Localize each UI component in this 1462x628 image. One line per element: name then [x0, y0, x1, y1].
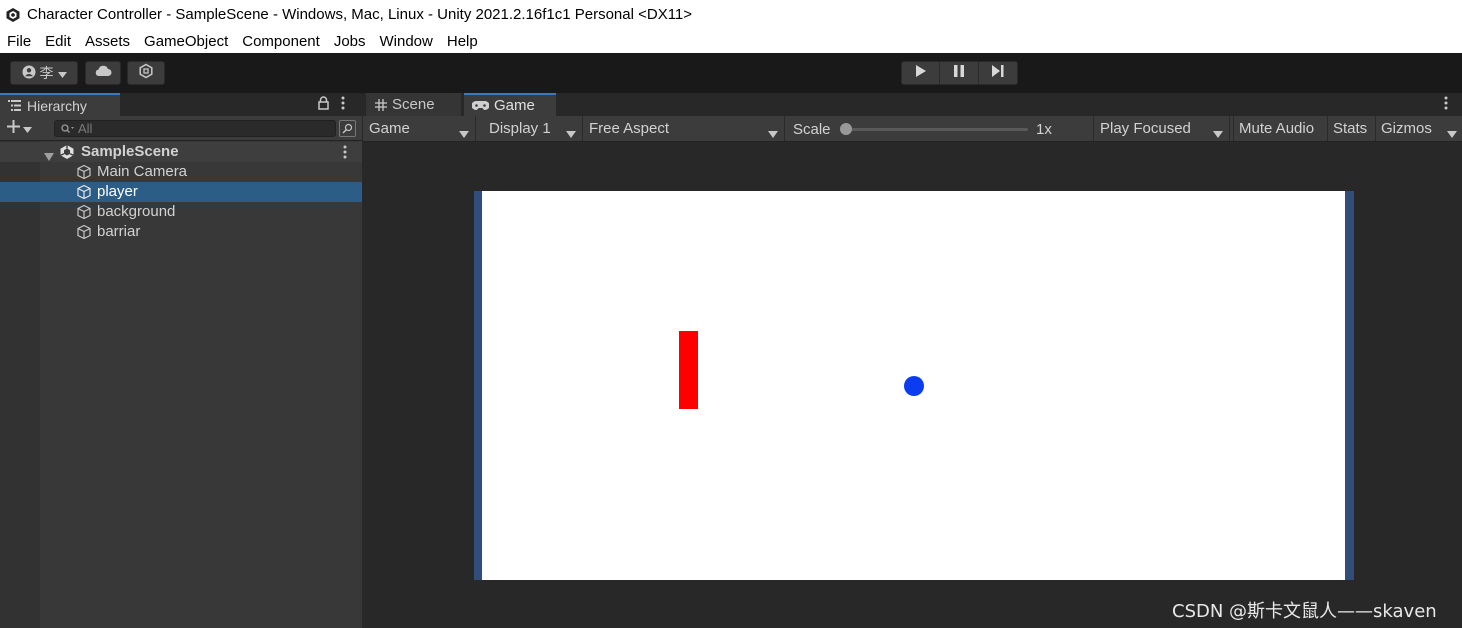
menu-window[interactable]: Window — [373, 33, 440, 50]
menu-bar: File Edit Assets GameObject Component Jo… — [0, 29, 1462, 53]
search-filter-icon[interactable] — [339, 120, 356, 137]
scene-menu-icon[interactable] — [343, 145, 347, 163]
stats-toggle[interactable]: Stats — [1327, 116, 1372, 141]
hierarchy-item-label: background — [97, 203, 176, 220]
hierarchy-search-placeholder: All — [78, 121, 93, 136]
play-mode-dropdown[interactable]: Play Focused — [1093, 116, 1230, 141]
account-name: 李 — [39, 65, 54, 81]
lock-icon[interactable] — [318, 96, 329, 115]
hierarchy-item-background[interactable]: background — [0, 202, 362, 222]
hierarchy-toolbar: All — [0, 116, 362, 141]
chevron-down-icon — [459, 125, 469, 142]
aspect-value: Free Aspect — [589, 120, 670, 137]
tab-game[interactable]: Game — [464, 93, 556, 116]
cloud-button[interactable] — [85, 61, 121, 85]
hierarchy-search-input[interactable]: All — [54, 120, 336, 137]
hierarchy-item-label: Main Camera — [97, 163, 188, 180]
tab-hierarchy-label: Hierarchy — [27, 97, 87, 114]
list-icon — [8, 100, 21, 111]
gizmos-dropdown-icon[interactable] — [1447, 125, 1457, 143]
scene-row[interactable]: SampleScene — [0, 142, 362, 162]
gamepad-icon — [472, 100, 489, 111]
chevron-down-icon — [57, 65, 67, 81]
pause-icon — [954, 64, 964, 82]
menu-edit[interactable]: Edit — [38, 33, 78, 50]
ball-sprite — [904, 376, 924, 396]
hierarchy-tab-strip: Hierarchy — [0, 93, 362, 116]
menu-file[interactable]: File — [0, 33, 38, 50]
menu-component[interactable]: Component — [235, 33, 327, 50]
tab-hierarchy[interactable]: Hierarchy — [0, 93, 120, 116]
game-menu-icon[interactable] — [1444, 96, 1448, 115]
hierarchy-item-main-camera[interactable]: Main Camera — [0, 162, 362, 182]
gameobject-cube-icon — [76, 224, 92, 244]
hierarchy-item-label: player — [97, 183, 138, 200]
tab-scene-label: Scene — [392, 96, 435, 113]
add-object-button[interactable] — [6, 119, 32, 139]
collab-button[interactable] — [127, 61, 165, 85]
scale-slider-track[interactable] — [848, 128, 1028, 131]
window-title: Character Controller - SampleScene - Win… — [27, 6, 693, 23]
scale-value: 1x — [1036, 121, 1052, 138]
display-dropdown[interactable]: Display 1 — [483, 116, 583, 141]
hierarchy-item-player[interactable]: player — [0, 182, 362, 202]
chevron-down-icon — [566, 125, 576, 142]
scale-control: Scale 1x — [786, 116, 1094, 141]
chevron-down-icon — [23, 120, 32, 138]
plus-icon — [6, 119, 21, 139]
step-icon — [992, 64, 1004, 82]
hierarchy-menu-icon[interactable] — [341, 96, 345, 115]
menu-gameobject[interactable]: GameObject — [137, 33, 235, 50]
display-value: Display 1 — [489, 120, 551, 137]
play-controls — [901, 61, 1020, 85]
scale-slider-handle[interactable] — [840, 123, 852, 135]
gameobject-cube-icon — [76, 204, 92, 224]
main-toolbar: 李 — [0, 53, 1462, 94]
account-button[interactable]: 李 — [10, 61, 78, 85]
gizmos-toggle[interactable]: Gizmos — [1375, 116, 1437, 141]
hierarchy-item-barriar[interactable]: barriar — [0, 222, 362, 242]
game-tab-strip: Scene Game — [363, 93, 1462, 116]
play-button[interactable] — [901, 61, 940, 85]
play-icon — [915, 64, 926, 82]
view-type-value: Game — [369, 120, 410, 137]
unity-logo-icon — [5, 7, 21, 23]
menu-jobs[interactable]: Jobs — [327, 33, 373, 50]
aspect-dropdown[interactable]: Free Aspect — [583, 116, 785, 141]
unity-scene-icon — [59, 144, 75, 164]
game-view[interactable] — [474, 191, 1354, 580]
hierarchy-item-label: barriar — [97, 223, 141, 240]
game-toolbar: Game Display 1 Free Aspect Scale 1x Play… — [363, 116, 1462, 142]
play-mode-value: Play Focused — [1100, 120, 1191, 137]
scale-label: Scale — [793, 121, 831, 138]
scene-name: SampleScene — [81, 143, 179, 160]
gameobject-cube-icon — [76, 184, 92, 204]
chevron-down-icon — [1213, 125, 1223, 142]
account-icon — [22, 65, 36, 82]
title-bar: Character Controller - SampleScene - Win… — [0, 0, 1462, 29]
game-canvas[interactable] — [482, 191, 1345, 580]
chevron-down-icon — [768, 125, 778, 142]
tab-scene[interactable]: Scene — [366, 93, 461, 116]
menu-assets[interactable]: Assets — [78, 33, 137, 50]
tab-game-label: Game — [494, 97, 535, 114]
watermark: CSDN @斯卡文鼠人——skaven — [1172, 601, 1437, 622]
menu-help[interactable]: Help — [440, 33, 485, 50]
mute-audio-toggle[interactable]: Mute Audio — [1233, 116, 1319, 141]
view-type-dropdown[interactable]: Game — [363, 116, 476, 141]
collab-icon — [138, 63, 154, 84]
grid-icon — [375, 98, 387, 111]
gameobject-cube-icon — [76, 164, 92, 184]
pause-button[interactable] — [940, 61, 979, 85]
player-sprite — [679, 331, 698, 409]
step-button[interactable] — [979, 61, 1018, 85]
cloud-icon — [94, 64, 112, 82]
hierarchy-panel: Hierarchy All SampleScene Main Camera pl… — [0, 93, 362, 628]
game-panel: Scene Game Game Display 1 Free Aspect Sc… — [363, 93, 1462, 628]
search-icon — [61, 121, 74, 136]
